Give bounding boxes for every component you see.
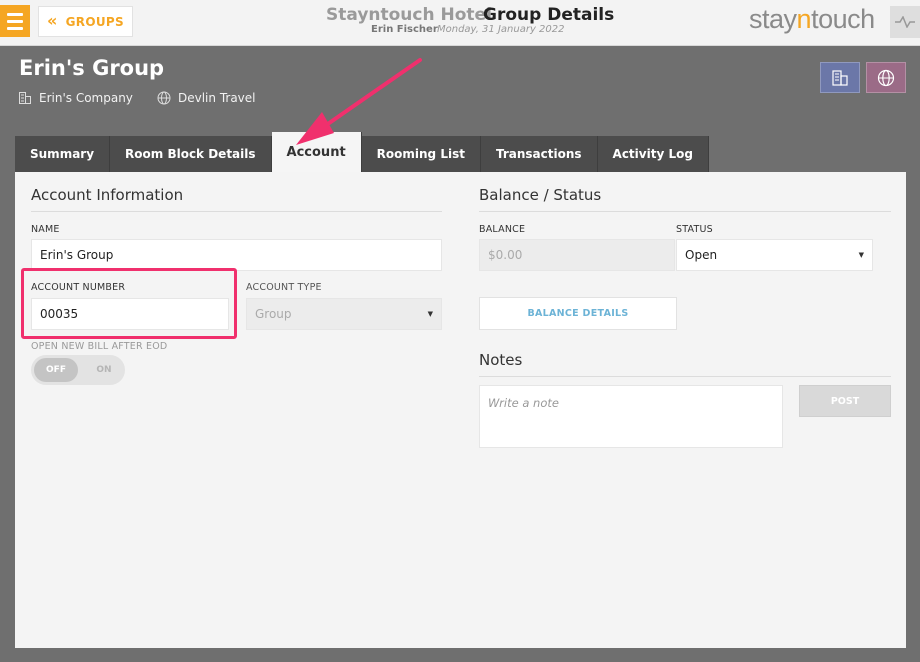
travel-agent-name: Devlin Travel <box>178 91 256 105</box>
toggle-off-state: OFF <box>34 358 78 382</box>
hotel-name: Stayntouch Hotel <box>326 5 492 25</box>
balance-status-title: Balance / Status <box>479 186 602 204</box>
open-new-bill-toggle[interactable]: OFF ON <box>31 355 125 385</box>
open-new-bill-label: OPEN NEW BILL AFTER EOD <box>31 341 168 352</box>
account-information-title: Account Information <box>31 186 184 204</box>
name-label: NAME <box>31 224 60 235</box>
tab-summary[interactable]: Summary <box>15 136 111 172</box>
company-card-button[interactable] <box>820 62 860 93</box>
divider <box>31 211 442 212</box>
user-name: Erin Fischer <box>371 24 438 35</box>
top-bar: « GROUPS Stayntouch Hotel Group Details … <box>0 0 920 46</box>
stayntouch-logo: stayntouch <box>749 4 875 34</box>
travel-agent-card-button[interactable] <box>866 62 906 93</box>
back-to-groups-button[interactable]: « GROUPS <box>38 6 133 37</box>
tab-transactions[interactable]: Transactions <box>480 136 598 172</box>
group-name: Erin's Group <box>19 56 165 80</box>
dropdown-arrow-icon: ▼ <box>427 310 433 318</box>
page-title: Group Details <box>483 5 615 25</box>
annotation-highlight-box <box>21 268 237 339</box>
pulse-icon[interactable] <box>890 6 920 38</box>
company-link[interactable]: Erin's Company <box>18 91 133 105</box>
globe-icon <box>157 91 171 105</box>
note-textarea[interactable]: Write a note <box>479 385 783 448</box>
globe-icon <box>877 69 895 86</box>
balance-field: $0.00 <box>479 239 675 271</box>
balance-details-button[interactable]: BALANCE DETAILS <box>479 297 677 330</box>
building-icon <box>832 69 848 86</box>
dropdown-arrow-icon: ▼ <box>858 251 864 259</box>
tab-activity-log[interactable]: Activity Log <box>597 136 709 172</box>
account-type-label: ACCOUNT TYPE <box>246 282 322 293</box>
balance-label: BALANCE <box>479 224 526 235</box>
status-select[interactable]: Open ▼ <box>676 239 873 271</box>
post-note-button[interactable]: POST <box>799 385 891 417</box>
name-input[interactable]: Erin's Group <box>31 239 442 271</box>
toggle-on-state: ON <box>96 365 112 375</box>
building-icon <box>19 92 31 104</box>
company-name: Erin's Company <box>39 91 133 105</box>
tab-account[interactable]: Account <box>271 132 362 172</box>
divider <box>479 211 891 212</box>
double-chevron-left-icon: « <box>47 11 58 30</box>
note-placeholder: Write a note <box>488 396 559 410</box>
groups-button-label: GROUPS <box>65 14 124 29</box>
travel-agent-link[interactable]: Devlin Travel <box>157 91 255 105</box>
tab-rooming-list[interactable]: Rooming List <box>361 136 481 172</box>
status-label: STATUS <box>676 224 713 235</box>
divider <box>479 376 891 377</box>
notes-title: Notes <box>479 351 523 369</box>
account-type-select: Group ▼ <box>246 298 442 330</box>
tab-room-block-details[interactable]: Room Block Details <box>110 136 272 172</box>
business-date: Monday, 31 January 2022 <box>437 24 565 35</box>
hamburger-menu-icon[interactable] <box>0 5 30 37</box>
tab-bar: Summary Room Block Details Account Roomi… <box>15 132 709 172</box>
